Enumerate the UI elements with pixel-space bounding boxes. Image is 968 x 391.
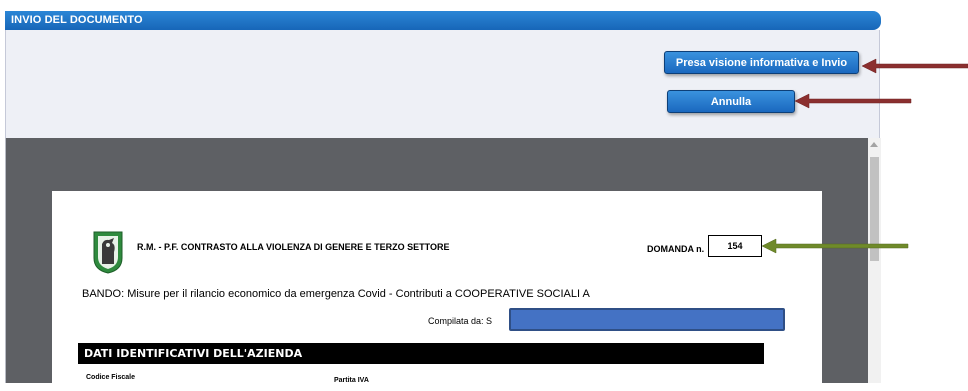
region-logo-icon [93,231,123,274]
arrow-annotation-send [862,58,968,74]
dialog-title: INVIO DEL DOCUMENTO [11,14,143,26]
send-button[interactable]: Presa visione informativa e Invio [664,51,859,74]
domanda-label: DOMANDA n. [647,244,705,254]
bando-text: BANDO: Misure per il rilancio economico … [82,288,590,300]
arrow-annotation-domanda [762,238,909,254]
dialog-action-panel [5,30,880,138]
section-header: DATI IDENTIFICATIVI DELL'AZIENDA [78,343,764,364]
document-page: R.M. - P.F. CONTRASTO ALLA VIOLENZA DI G… [52,191,822,391]
domanda-number: 154 [708,235,762,257]
arrow-annotation-cancel [795,93,912,109]
compilata-label: Compilata da: S [428,316,493,326]
dialog-titlebar: INVIO DEL DOCUMENTO [5,11,881,30]
cancel-button[interactable]: Annulla [667,90,795,113]
viewer-scrollbar[interactable] [868,138,881,383]
organization-name: R.M. - P.F. CONTRASTO ALLA VIOLENZA DI G… [137,242,450,252]
codice-fiscale-label: Codice Fiscale [86,374,136,381]
redaction-box [509,308,785,331]
scroll-up-arrow-icon[interactable] [870,142,878,147]
document-viewer[interactable]: R.M. - P.F. CONTRASTO ALLA VIOLENZA DI G… [5,138,881,391]
